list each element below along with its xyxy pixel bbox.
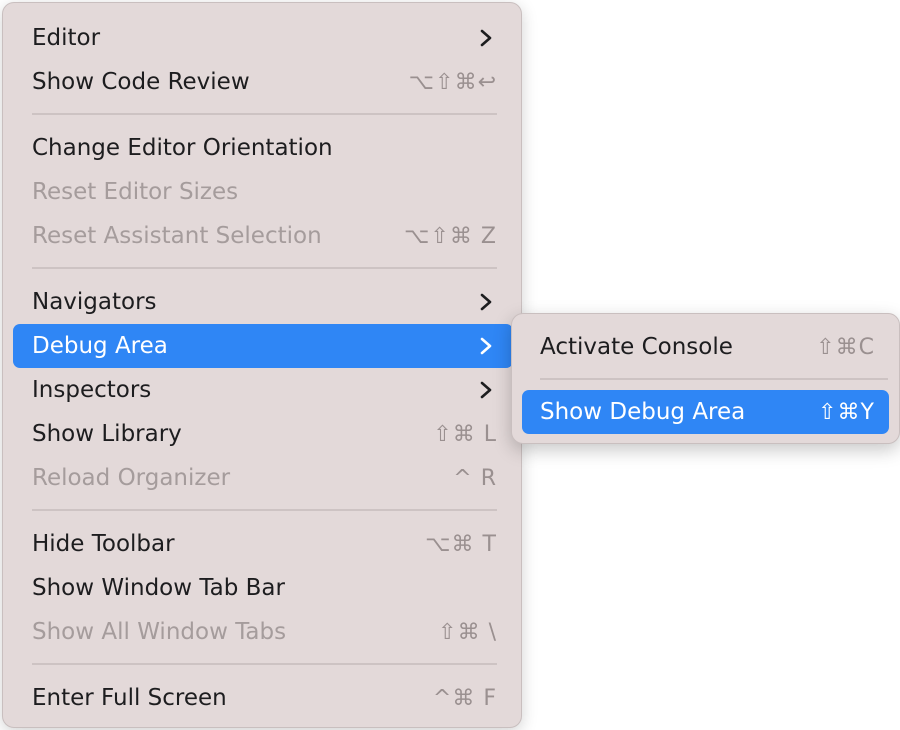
menu-item-show-window-tab-bar[interactable]: Show Window Tab Bar — [13, 566, 513, 610]
menu-item-label: Show Code Review — [32, 69, 250, 95]
menu-item-reset-editor-sizes: Reset Editor Sizes — [13, 170, 513, 214]
debug-area-submenu: Activate Console ⇧⌘C Show Debug Area ⇧⌘Y — [511, 313, 900, 444]
chevron-right-icon — [475, 379, 497, 401]
menu-item-label: Reload Organizer — [32, 465, 231, 491]
menu-item-shortcut: ⌥⇧⌘ Z — [404, 223, 497, 249]
view-menu: Editor Show Code Review ⌥⇧⌘↩ Change Edit… — [2, 2, 522, 728]
menu-item-label: Hide Toolbar — [32, 531, 175, 557]
chevron-right-icon — [475, 335, 497, 357]
menu-item-show-code-review[interactable]: Show Code Review ⌥⇧⌘↩ — [13, 60, 513, 104]
submenu-item-show-debug-area[interactable]: Show Debug Area ⇧⌘Y — [522, 390, 889, 434]
menu-item-debug-area[interactable]: Debug Area — [13, 324, 513, 368]
chevron-right-icon — [475, 27, 497, 49]
menu-item-hide-toolbar[interactable]: Hide Toolbar ⌥⌘ T — [13, 522, 513, 566]
menu-item-shortcut: ⇧⌘ L — [433, 421, 497, 447]
menu-separator — [32, 113, 497, 115]
menu-item-shortcut: ⇧⌘Y — [818, 399, 875, 425]
chevron-right-icon — [475, 291, 497, 313]
menu-item-label: Editor — [32, 25, 101, 51]
menu-separator — [32, 267, 497, 269]
menu-item-label: Show Window Tab Bar — [32, 575, 285, 601]
menu-item-enter-full-screen[interactable]: Enter Full Screen ^⌘ F — [13, 676, 513, 720]
menu-separator — [32, 509, 497, 511]
menu-item-editor[interactable]: Editor — [13, 16, 513, 60]
menu-item-shortcut: ⌥⌘ T — [425, 531, 497, 557]
menu-item-shortcut: ^ R — [453, 465, 497, 491]
menu-item-label: Navigators — [32, 289, 157, 315]
menu-item-label: Activate Console — [540, 334, 733, 360]
menu-item-label: Reset Editor Sizes — [32, 179, 239, 205]
menu-item-shortcut: ⇧⌘ \ — [438, 619, 497, 645]
menu-item-label: Change Editor Orientation — [32, 135, 333, 161]
menu-item-label: Show Library — [32, 421, 182, 447]
menu-item-label: Show All Window Tabs — [32, 619, 287, 645]
submenu-item-activate-console[interactable]: Activate Console ⇧⌘C — [522, 325, 889, 369]
menu-item-label: Reset Assistant Selection — [32, 223, 322, 249]
menu-item-shortcut: ⌥⇧⌘↩ — [408, 69, 497, 95]
menu-item-shortcut: ^⌘ F — [432, 685, 497, 711]
menu-item-change-editor-orientation[interactable]: Change Editor Orientation — [13, 126, 513, 170]
menu-item-reset-assistant-selection: Reset Assistant Selection ⌥⇧⌘ Z — [13, 214, 513, 258]
menu-item-show-all-window-tabs: Show All Window Tabs ⇧⌘ \ — [13, 610, 513, 654]
menu-item-navigators[interactable]: Navigators — [13, 280, 513, 324]
menu-separator — [540, 378, 888, 380]
menu-item-shortcut: ⇧⌘C — [816, 334, 875, 360]
menu-item-inspectors[interactable]: Inspectors — [13, 368, 513, 412]
menu-item-label: Debug Area — [32, 333, 168, 359]
menu-item-label: Show Debug Area — [540, 399, 746, 425]
menu-item-show-library[interactable]: Show Library ⇧⌘ L — [13, 412, 513, 456]
menu-separator — [32, 663, 497, 665]
menu-item-label: Enter Full Screen — [32, 685, 227, 711]
menu-item-reload-organizer: Reload Organizer ^ R — [13, 456, 513, 500]
menu-item-label: Inspectors — [32, 377, 152, 403]
